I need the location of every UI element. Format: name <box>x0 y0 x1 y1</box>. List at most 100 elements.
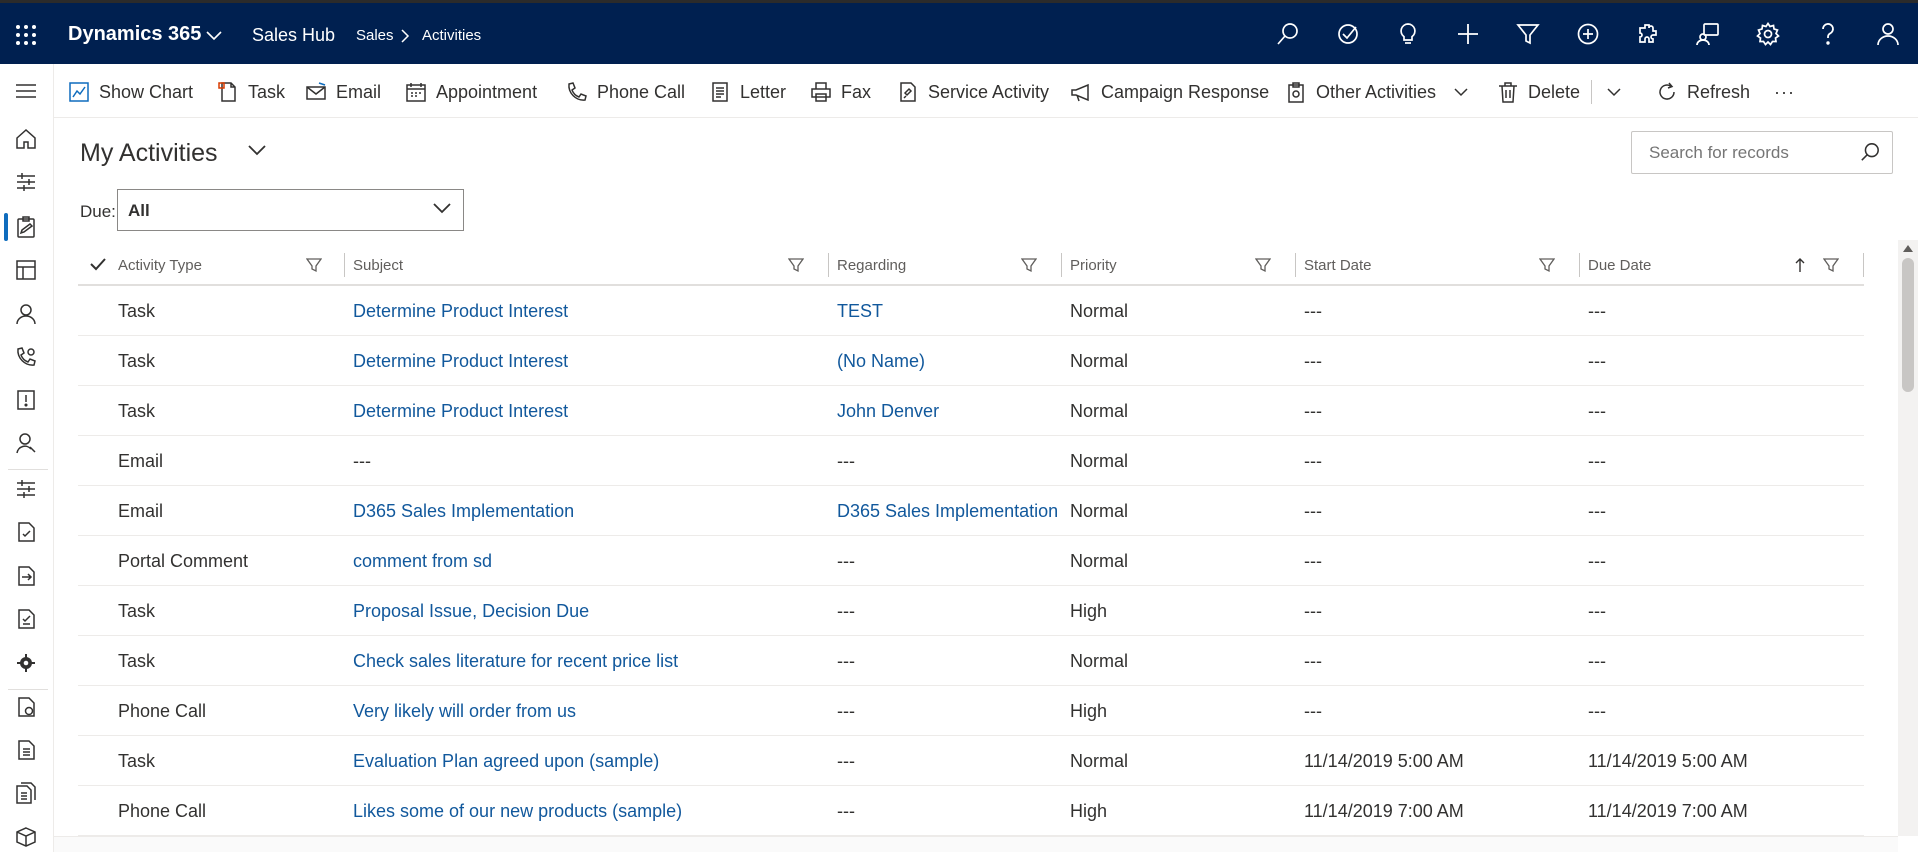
brand-name[interactable]: Dynamics 365 <box>68 23 201 46</box>
invoice-icon[interactable] <box>15 608 37 630</box>
column-header-priority[interactable]: Priority <box>1062 244 1296 286</box>
show-chart-button[interactable]: Show Chart <box>68 80 193 104</box>
view-selector-chevron-icon[interactable] <box>247 144 267 156</box>
regarding-link[interactable]: D365 Sales Implementation <box>837 501 1058 522</box>
quote-icon[interactable] <box>15 521 37 543</box>
home-icon[interactable] <box>15 128 37 150</box>
report-icon[interactable] <box>15 696 37 718</box>
refresh-button[interactable]: Refresh <box>1656 80 1750 104</box>
regarding-link[interactable]: TEST <box>837 301 883 322</box>
breadcrumb-sales[interactable]: Sales <box>356 27 394 44</box>
document-list-icon[interactable] <box>15 782 37 804</box>
top-nav-bar: Dynamics 365 Sales Hub Sales Activities <box>0 0 1918 64</box>
contact-icon[interactable] <box>15 303 37 325</box>
table-row[interactable]: Phone Call Very likely will order from us… <box>78 686 1864 736</box>
more-commands-button[interactable]: ··· <box>1774 80 1795 104</box>
pipeline-icon[interactable] <box>15 478 37 500</box>
table-row[interactable]: Email D365 Sales Implementation D365 Sales… <box>78 486 1864 536</box>
new-service-activity-button[interactable]: Service Activity <box>897 80 1049 104</box>
hamburger-menu-icon[interactable] <box>15 80 37 102</box>
plus-icon[interactable] <box>1456 22 1480 46</box>
app-title[interactable]: Sales Hub <box>252 25 335 46</box>
column-header-regarding[interactable]: Regarding <box>829 244 1062 286</box>
dashboard-icon[interactable] <box>15 259 37 281</box>
table-row[interactable]: Task Determine Product Interest (No Name) N… <box>78 336 1864 386</box>
scrollbar-thumb[interactable] <box>1902 258 1914 392</box>
pinned-icon[interactable] <box>15 171 37 193</box>
search-icon[interactable] <box>1860 142 1880 162</box>
new-task-button[interactable]: Task <box>217 80 285 104</box>
table-row[interactable]: Task Check sales literature for recent pr… <box>78 636 1864 686</box>
filter-icon[interactable] <box>1255 257 1271 273</box>
table-row[interactable]: Portal Comment comment from sd --- Normal --… <box>78 536 1864 586</box>
column-header-due-date[interactable]: Due Date <box>1580 244 1864 286</box>
subject-link[interactable]: Determine Product Interest <box>353 301 568 322</box>
subject-link[interactable]: Likes some of our new products (sample) <box>353 801 682 822</box>
chat-person-icon[interactable] <box>1696 22 1720 46</box>
gear-icon[interactable] <box>1756 22 1780 46</box>
search-records-box[interactable] <box>1631 131 1893 174</box>
settings-gear-icon[interactable] <box>15 652 37 674</box>
delete-more-chevron-icon[interactable] <box>1607 88 1621 97</box>
puzzle-icon[interactable] <box>1636 22 1660 46</box>
filter-icon[interactable] <box>1021 257 1037 273</box>
subject-link[interactable]: Check sales literature for recent price … <box>353 651 678 672</box>
document-icon[interactable] <box>15 739 37 761</box>
table-row[interactable]: Task Determine Product Interest John Denve… <box>78 386 1864 436</box>
table-row[interactable]: Task Evaluation Plan agreed upon (sample)… <box>78 736 1864 786</box>
delete-button[interactable]: Delete <box>1497 80 1580 104</box>
filter-icon[interactable] <box>306 257 322 273</box>
table-row[interactable]: Task Proposal Issue, Decision Due --- High -… <box>78 586 1864 636</box>
filter-icon[interactable] <box>1539 257 1555 273</box>
horizontal-scrollbar[interactable] <box>54 836 1898 852</box>
orders-icon[interactable] <box>15 565 37 587</box>
new-phone-call-button[interactable]: Phone Call <box>566 80 685 104</box>
user-icon[interactable] <box>1876 22 1900 46</box>
table-row[interactable]: Email --- --- Normal --- --- <box>78 436 1864 486</box>
filter-icon[interactable] <box>788 257 804 273</box>
filter-icon[interactable] <box>1823 257 1839 273</box>
table-row[interactable]: Phone Call Likes some of our new products… <box>78 786 1864 836</box>
help-icon[interactable] <box>1816 22 1840 46</box>
activities-icon[interactable] <box>15 216 37 238</box>
due-filter-select[interactable]: All <box>117 189 464 231</box>
search-icon[interactable] <box>1276 22 1300 46</box>
view-title[interactable]: My Activities <box>80 139 218 168</box>
app-launcher-icon[interactable] <box>14 23 38 47</box>
subject-link[interactable]: Evaluation Plan agreed upon (sample) <box>353 751 659 772</box>
new-email-button[interactable]: Email <box>305 80 381 104</box>
new-appointment-button[interactable]: Appointment <box>405 80 537 104</box>
subject-link[interactable]: comment from sd <box>353 551 492 572</box>
task-check-icon[interactable] <box>1336 22 1360 46</box>
phone-settings-icon[interactable] <box>15 346 37 368</box>
circle-plus-icon[interactable] <box>1576 22 1600 46</box>
search-input[interactable] <box>1632 132 1892 173</box>
sort-ascending-arrow-icon[interactable] <box>1794 257 1806 273</box>
vertical-scrollbar[interactable] <box>1898 240 1918 836</box>
regarding-link[interactable]: John Denver <box>837 401 939 422</box>
leads-icon[interactable] <box>15 432 37 454</box>
new-letter-button[interactable]: Letter <box>709 80 786 104</box>
column-header-start-date[interactable]: Start Date <box>1296 244 1580 286</box>
chevron-down-icon[interactable] <box>206 31 222 41</box>
column-separator[interactable] <box>1863 253 1864 277</box>
subject-link[interactable]: D365 Sales Implementation <box>353 501 574 522</box>
breadcrumb-activities[interactable]: Activities <box>422 27 481 44</box>
filter-icon[interactable] <box>1516 22 1540 46</box>
column-header-subject[interactable]: Subject <box>345 244 829 286</box>
product-box-icon[interactable] <box>15 826 37 848</box>
scroll-up-arrow-icon[interactable] <box>1903 245 1913 252</box>
subject-link[interactable]: Determine Product Interest <box>353 351 568 372</box>
select-all-checkmark-icon[interactable] <box>90 257 106 271</box>
subject-link[interactable]: Determine Product Interest <box>353 401 568 422</box>
column-header-activity-type[interactable]: Activity Type <box>110 244 345 286</box>
competitor-icon[interactable] <box>15 389 37 411</box>
subject-link[interactable]: Very likely will order from us <box>353 701 576 722</box>
regarding-link[interactable]: (No Name) <box>837 351 925 372</box>
subject-link[interactable]: Proposal Issue, Decision Due <box>353 601 589 622</box>
other-activities-button[interactable]: Other Activities <box>1285 80 1468 104</box>
new-fax-button[interactable]: Fax <box>810 80 871 104</box>
lightbulb-icon[interactable] <box>1396 22 1420 46</box>
table-row[interactable]: Task Determine Product Interest TEST Normal… <box>78 286 1864 336</box>
new-campaign-response-button[interactable]: Campaign Response <box>1070 80 1269 104</box>
